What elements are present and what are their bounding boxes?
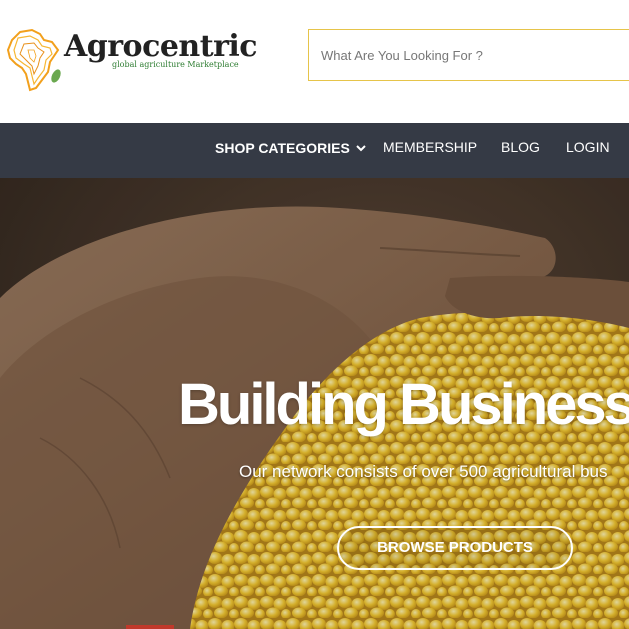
hero-subtitle: Our network consists of over 500 agricul… <box>239 462 608 481</box>
nav-blog[interactable]: BLOG <box>501 123 540 178</box>
site-header: Agrocentric global agriculture Marketpla… <box>0 0 629 123</box>
logo-name: Agrocentric <box>64 29 258 64</box>
nav-login[interactable]: LOGIN <box>566 123 610 178</box>
nav-membership[interactable]: MEMBERSHIP <box>383 123 477 178</box>
africa-map-icon <box>6 28 61 92</box>
search-input[interactable] <box>309 30 629 80</box>
main-nav: SHOP CATEGORIES MEMBERSHIP BLOG LOGIN <box>0 123 629 178</box>
hero-banner: Building Business Our network consists o… <box>0 178 629 629</box>
chevron-down-icon <box>356 123 366 172</box>
nav-shop-categories-label: SHOP CATEGORIES <box>215 140 350 156</box>
nav-shop-categories[interactable]: SHOP CATEGORIES <box>215 123 366 178</box>
logo-tagline: global agriculture Marketplace <box>112 60 239 69</box>
site-logo[interactable]: Agrocentric global agriculture Marketpla… <box>6 26 258 96</box>
search-box <box>308 29 629 81</box>
hero-title: Building Business <box>178 372 629 437</box>
slider-indicator[interactable] <box>126 625 174 629</box>
browse-products-button[interactable]: BROWSE PRODUCTS <box>337 526 573 570</box>
